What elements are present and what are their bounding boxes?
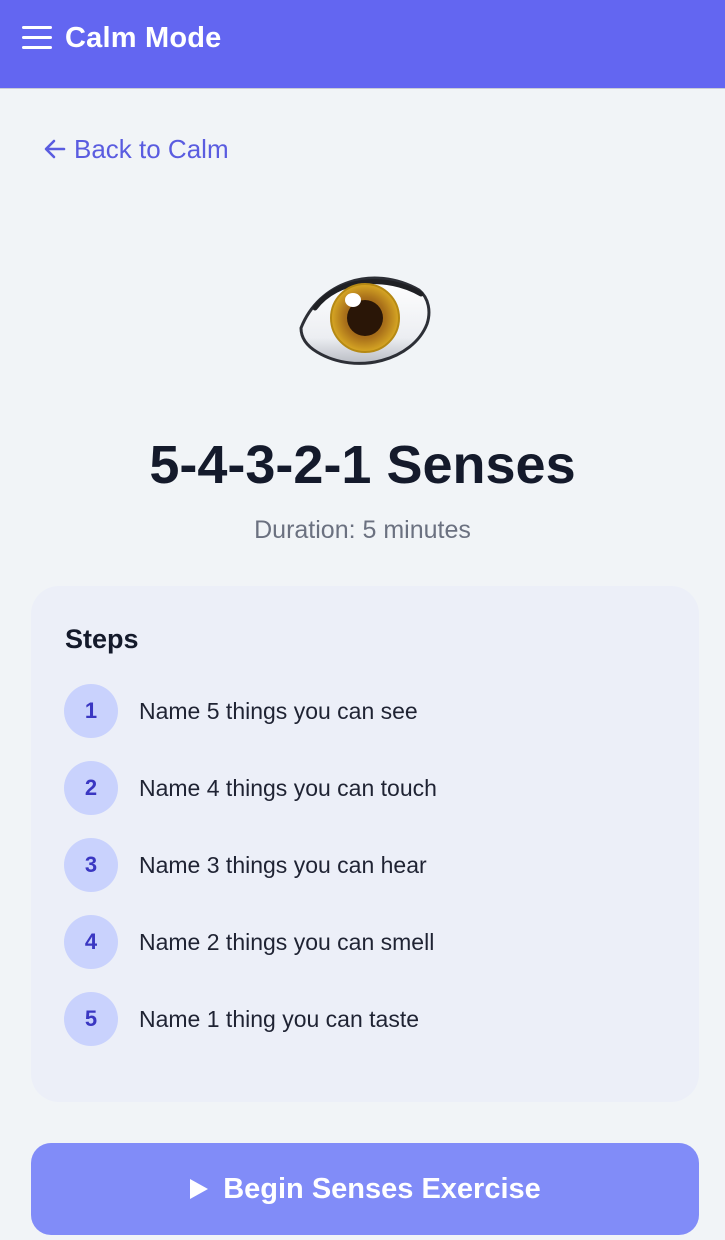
step-text: Name 5 things you can see (139, 698, 418, 724)
step-text: Name 1 thing you can taste (139, 1006, 419, 1032)
step-text: Name 2 things you can smell (139, 929, 435, 955)
steps-heading: Steps (65, 624, 139, 654)
back-to-calm-link[interactable]: Back to Calm (44, 132, 229, 166)
back-link-label: Back to Calm (74, 133, 229, 164)
step-number-badge: 3 (64, 838, 118, 892)
app-header: Calm Mode (0, 0, 725, 89)
begin-exercise-button[interactable]: Begin Senses Exercise (31, 1143, 699, 1235)
step-number-badge: 5 (64, 992, 118, 1046)
exercise-title: 5-4-3-2-1 Senses (149, 435, 576, 495)
hamburger-menu-icon[interactable] (22, 25, 53, 50)
step-number-badge: 4 (64, 915, 118, 969)
app-title: Calm Mode (65, 22, 222, 54)
step-item: 2 Name 4 things you can touch (64, 761, 664, 815)
step-number-badge: 1 (64, 684, 118, 738)
step-item: 5 Name 1 thing you can taste (64, 992, 664, 1046)
begin-exercise-label: Begin Senses Exercise (223, 1172, 541, 1205)
play-icon (190, 1179, 209, 1199)
eye-icon (299, 276, 431, 365)
arrow-left-icon (44, 139, 66, 159)
steps-card: Steps 1 Name 5 things you can see 2 Name… (31, 586, 699, 1102)
exercise-duration: Duration: 5 minutes (254, 516, 471, 544)
step-item: 1 Name 5 things you can see (64, 684, 664, 738)
step-text: Name 4 things you can touch (139, 775, 437, 801)
step-number-badge: 2 (64, 761, 118, 815)
step-item: 3 Name 3 things you can hear (64, 838, 664, 892)
step-text: Name 3 things you can hear (139, 852, 427, 878)
step-item: 4 Name 2 things you can smell (64, 915, 664, 969)
